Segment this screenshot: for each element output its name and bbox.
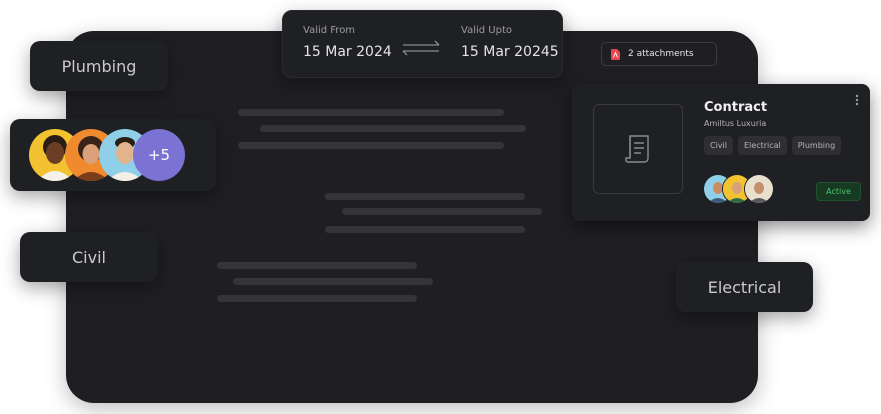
contract-title: Contract [704,100,768,115]
valid-from-date: 15 Mar 2024 [303,44,392,60]
contract-subtitle: Amiltus Luxuria [704,119,767,128]
placeholder-line [260,125,526,132]
contract-tag: Electrical [738,136,787,155]
tag-civil-label: Civil [72,247,106,267]
team-avatars-card: +5 [10,119,216,191]
contract-card[interactable]: Contract Amiltus Luxuria Civil Electrica… [572,84,870,221]
pdf-icon [611,48,620,60]
status-badge: Active [816,182,861,201]
document-icon [625,135,649,163]
attachments-label: 2 attachments [628,49,694,59]
more-options-icon[interactable] [854,94,860,106]
tag-civil: Civil [20,232,158,282]
document-thumbnail [593,104,683,194]
placeholder-line [325,193,525,200]
placeholder-line [238,142,504,149]
swap-arrows-icon [402,40,440,56]
contract-tags: Civil Electrical Plumbing [704,136,842,155]
valid-from-label: Valid From [303,25,356,36]
tag-electrical: Electrical [676,262,813,312]
tag-plumbing-label: Plumbing [61,56,137,76]
tag-plumbing: Plumbing [30,41,168,91]
contract-tag: Plumbing [791,136,842,155]
contract-tag: Civil [704,136,733,155]
placeholder-line [325,226,525,233]
placeholder-line [238,109,504,116]
valid-upto-date: 15 Mar 20245 [461,44,559,60]
placeholder-line [342,208,542,215]
placeholder-line [217,295,417,302]
stage: Valid From 15 Mar 2024 Valid Upto 15 Mar… [0,0,881,414]
placeholder-line [217,262,417,269]
attachments-button[interactable]: 2 attachments [601,42,717,66]
valid-upto-label: Valid Upto [461,25,512,36]
validity-card: Valid From 15 Mar 2024 Valid Upto 15 Mar… [282,10,563,78]
tag-electrical-label: Electrical [707,277,782,297]
more-members-count[interactable]: +5 [133,129,185,181]
avatar [744,174,774,204]
placeholder-line [233,278,433,285]
avatar-man-beige-icon [745,175,773,203]
